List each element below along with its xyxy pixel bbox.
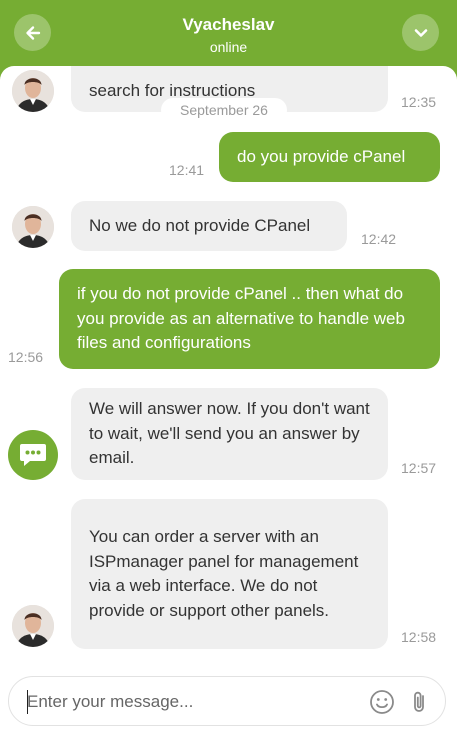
collapse-button[interactable] <box>402 14 439 51</box>
message-time: 12:56 <box>8 349 44 365</box>
contact-status: online <box>209 39 248 55</box>
message-bubble-incoming: No we do not provide CPanel <box>71 201 347 251</box>
message-time: 12:35 <box>401 94 437 110</box>
message-time: 12:58 <box>401 629 437 645</box>
contact-name: Vyacheslav <box>182 15 275 34</box>
message-bubble-outgoing: do you provide cPanel <box>219 132 440 182</box>
message-text: No we do not provide CPanel <box>89 215 311 235</box>
text-caret <box>27 690 28 714</box>
message-time: 12:41 <box>169 162 205 178</box>
message-input[interactable] <box>27 689 347 715</box>
agent-avatar <box>12 206 54 248</box>
message-bubble-incoming: We will answer now. If you don't want to… <box>71 388 388 480</box>
message-time: 12:57 <box>401 460 437 476</box>
message-text: We will answer now. If you don't want to… <box>89 399 370 468</box>
emoji-icon[interactable] <box>369 689 395 715</box>
message-text: if you do not provide cPanel .. then wha… <box>77 284 405 353</box>
date-separator: September 26 <box>161 98 287 122</box>
paperclip-icon[interactable] <box>407 689 433 715</box>
agent-avatar <box>12 70 54 112</box>
chat-bubble-icon <box>20 444 46 466</box>
message-time: 12:42 <box>361 231 397 247</box>
bot-avatar <box>8 430 58 480</box>
message-bubble-outgoing: if you do not provide cPanel .. then wha… <box>59 269 440 369</box>
message-list[interactable]: search for instructions 12:35 September … <box>0 66 457 666</box>
message-text: do you provide cPanel <box>237 146 406 166</box>
message-text: You can order a server with an ISPmanage… <box>89 527 359 620</box>
chevron-down-icon <box>414 28 427 37</box>
agent-avatar <box>12 605 54 647</box>
message-composer <box>8 676 446 726</box>
message-bubble-incoming: You can order a server with an ISPmanage… <box>71 499 388 649</box>
